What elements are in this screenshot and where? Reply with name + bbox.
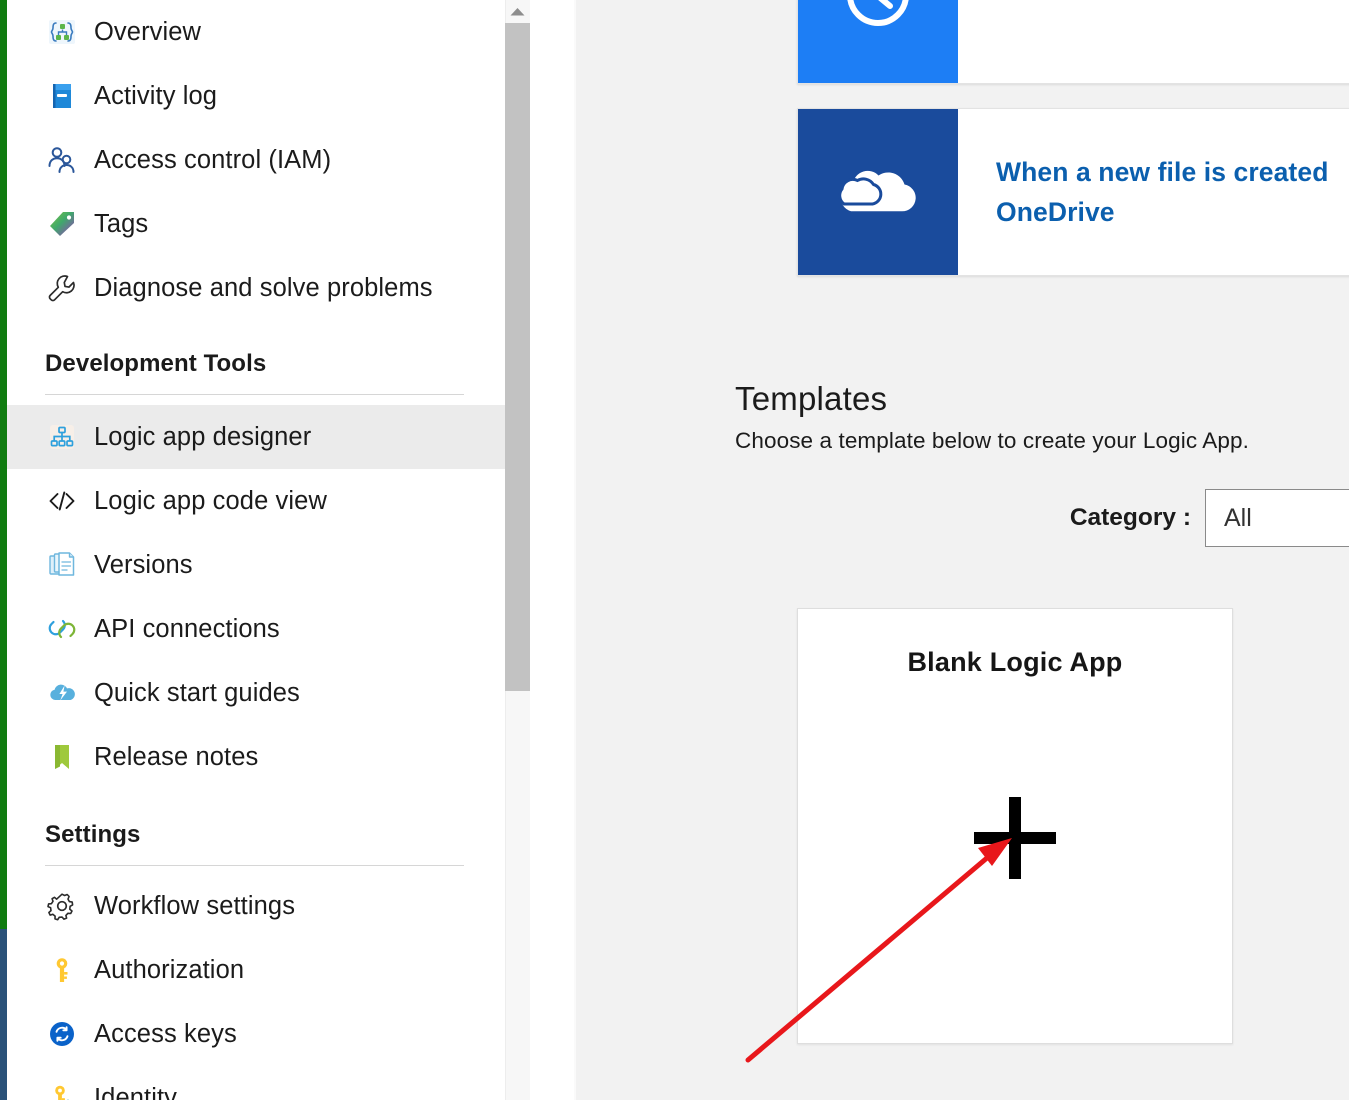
sidebar-item-label: Authorization [94,955,245,984]
sidebar-item-identity[interactable]: Identity [7,1066,505,1100]
sidebar-item-access-control[interactable]: Access control (IAM) [7,128,505,192]
trigger-title-line-1: When a new file is created [996,157,1329,187]
category-label: Category : [1069,504,1191,531]
section-divider [45,394,464,395]
sidebar-item-label: Release notes [94,742,259,771]
trigger-card-onedrive[interactable]: When a new file is created OneDrive [797,108,1349,276]
accent-rail-blue [0,929,7,1100]
link-chain-icon [45,612,79,646]
sidebar-item-access-keys[interactable]: Access keys [7,1002,505,1066]
page-title: Templates [735,380,888,417]
sidebar-item-diagnose[interactable]: Diagnose and solve problems [7,256,505,320]
sidebar-item-api-connections[interactable]: API connections [7,597,505,661]
templates-subheading: Choose a template below to create your L… [735,428,1249,453]
sidebar-item-label: Activity log [94,81,218,110]
sidebar-section-title: Development Tools [45,350,267,377]
sidebar-main-divider [531,0,532,1100]
plus-icon[interactable] [798,795,1232,881]
sidebar-item-activity-log[interactable]: Activity log [7,64,505,128]
gear-icon [45,889,79,923]
accent-rail-green [0,0,7,929]
chevron-up-icon[interactable] [505,0,530,22]
sidebar-item-versions[interactable]: Versions [7,533,505,597]
access-keys-refresh-icon [45,1017,79,1051]
wrench-icon [45,271,79,305]
sidebar-item-release-notes[interactable]: Release notes [7,725,505,789]
cloud-bolt-icon [45,676,79,710]
sidebar-item-logic-app-designer[interactable]: Logic app designer [7,405,505,469]
trigger-title-line-2: OneDrive [996,197,1115,227]
category-filter-row: Category : All [735,489,1349,547]
category-selected-value: All [1224,503,1252,532]
sidebar-section-development-tools: Development Tools [7,350,505,395]
sidebar-item-label: Diagnose and solve problems [94,273,433,302]
sidebar-item-workflow-settings[interactable]: Workflow settings [7,874,505,938]
sidebar-item-overview[interactable]: Overview [7,0,505,64]
sidebar-item-label: Access keys [94,1019,237,1048]
sidebar-item-label: API connections [94,614,280,643]
bookmark-icon [45,740,79,774]
sidebar-item-label: Identity [94,1083,178,1100]
main-panel-left-edge [574,0,576,1100]
trigger-title-wrap [958,0,1349,83]
sitemap-icon [45,420,79,454]
trigger-title-wrap: When a new file is created OneDrive [958,109,1349,275]
sidebar-item-label: Quick start guides [94,678,300,707]
identity-key-icon [45,1081,79,1100]
trigger-card-recurrence[interactable] [797,0,1349,84]
onedrive-cloud-icon [798,109,958,275]
documents-stack-icon [45,548,79,582]
sidebar-scrollbar-thumb[interactable] [505,23,530,691]
designer-main-panel: When a new file is created OneDrive Temp… [574,0,1349,1100]
screen-root: Overview Activity log Access control (IA… [0,0,1349,1100]
access-control-people-icon [45,143,79,177]
section-divider [45,865,464,866]
sidebar-item-label: Logic app designer [94,422,312,451]
sidebar-item-tags[interactable]: Tags [7,192,505,256]
sidebar-item-label: Workflow settings [94,891,296,920]
sidebar-item-label: Versions [94,550,193,579]
sidebar-item-label: Overview [94,17,202,46]
sidebar-section-settings: Settings [7,821,505,866]
templates-header: Templates Choose a template below to cre… [735,378,1349,454]
template-card-title: Blank Logic App [907,647,1123,677]
trigger-title: When a new file is created OneDrive [996,152,1328,232]
sidebar-item-label: Access control (IAM) [94,145,332,174]
code-brackets-icon [45,484,79,518]
category-select[interactable]: All [1205,489,1349,547]
clock-recurrence-icon [798,0,958,83]
sidebar-item-authorization[interactable]: Authorization [7,938,505,1002]
sidebar-item-label: Logic app code view [94,486,327,515]
key-icon [45,953,79,987]
sidebar-item-label: Tags [94,209,149,238]
activity-log-icon [45,79,79,113]
tag-icon [45,207,79,241]
sidebar-section-title: Settings [45,821,141,848]
sidebar-item-logic-app-code-view[interactable]: Logic app code view [7,469,505,533]
resource-menu-sidebar: Overview Activity log Access control (IA… [7,0,574,1100]
template-card-blank-logic-app[interactable]: Blank Logic App [797,608,1233,1044]
overview-braces-icon [45,15,79,49]
sidebar-item-quick-start-guides[interactable]: Quick start guides [7,661,505,725]
